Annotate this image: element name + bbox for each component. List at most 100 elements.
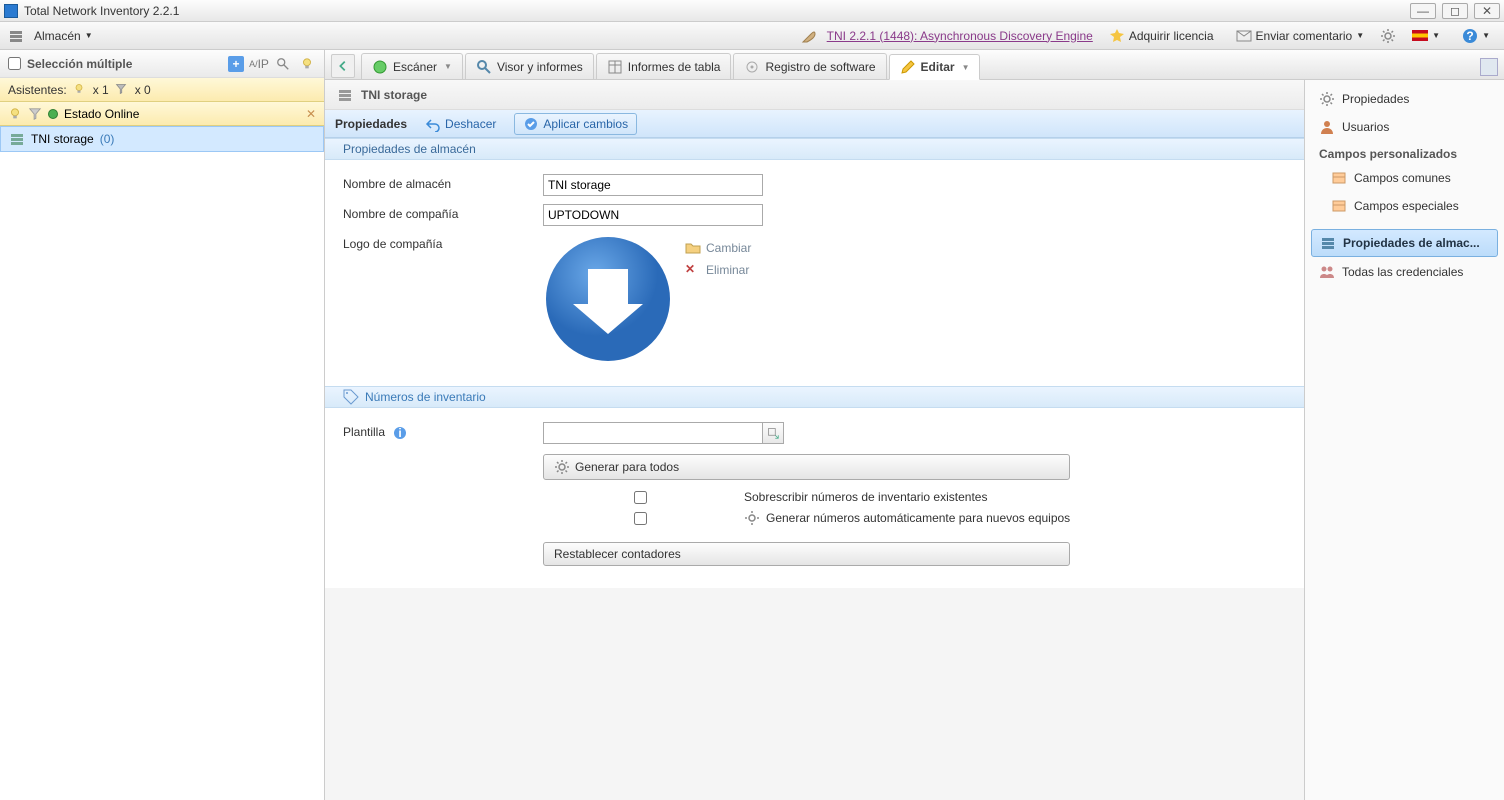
tree-item-count: (0) (100, 132, 115, 146)
subtoolbar: Propiedades Deshacer Aplicar cambios (325, 110, 1304, 138)
info-icon[interactable]: i (392, 425, 408, 441)
almacen-menu[interactable]: Almacén ▼ (28, 27, 99, 45)
tab-edit[interactable]: Editar ▼ (889, 54, 981, 80)
help-button[interactable]: ? ▼ (1456, 26, 1496, 46)
overwrite-checkbox[interactable] (543, 491, 738, 504)
version-link[interactable]: TNI 2.2.1 (1448): Asynchronous Discovery… (827, 29, 1093, 43)
sidebar-item-credentials[interactable]: Todas las credenciales (1311, 259, 1498, 285)
mail-icon (1236, 28, 1252, 44)
undo-button[interactable]: Deshacer (417, 114, 504, 134)
feather-icon (801, 28, 817, 44)
close-status-icon[interactable]: ✕ (306, 107, 316, 121)
gear-icon[interactable] (1380, 28, 1396, 44)
window-title: Total Network Inventory 2.2.1 (24, 4, 1410, 18)
funnel-count: x 0 (135, 83, 151, 97)
template-insert-button[interactable] (762, 422, 784, 444)
menubar: Almacén ▼ TNI 2.2.1 (1448): Asynchronous… (0, 22, 1504, 50)
gear-icon (1319, 91, 1335, 107)
tag-icon (343, 389, 359, 405)
minimize-button[interactable]: — (1410, 3, 1436, 19)
generate-all-label: Generar para todos (575, 460, 679, 474)
window-buttons: — ◻ ✕ (1410, 3, 1500, 19)
chevron-down-icon: ▼ (1432, 31, 1440, 40)
fields-icon (1331, 198, 1347, 214)
tab-software[interactable]: Registro de software (733, 53, 886, 79)
storage-icon (1320, 235, 1336, 251)
multiselect-label: Selección múltiple (27, 57, 132, 71)
tab-table-reports[interactable]: Informes de tabla (596, 53, 732, 79)
sidebar-item-properties[interactable]: Propiedades (1311, 86, 1498, 112)
template-label: Plantilla i (343, 422, 543, 441)
license-button[interactable]: Adquirir licencia (1103, 26, 1220, 46)
tab-label: Escáner (393, 60, 437, 74)
center-panel: Escáner ▼ Visor y informes Informes de t… (325, 50, 1504, 800)
feedback-button[interactable]: Enviar comentario ▼ (1230, 26, 1371, 46)
software-icon (744, 59, 760, 75)
change-logo-button[interactable]: Cambiar (685, 240, 751, 256)
funnel-icon (28, 107, 42, 121)
tab-label: Informes de tabla (628, 60, 721, 74)
storage-icon (8, 28, 24, 44)
storage-name-label: Nombre de almacén (343, 174, 543, 191)
add-button[interactable]: + (228, 56, 244, 72)
storage-icon (337, 87, 353, 103)
delete-logo-button[interactable]: ✕ Eliminar (685, 262, 751, 278)
feedback-label: Enviar comentario (1256, 29, 1353, 43)
apply-button[interactable]: Aplicar cambios (514, 113, 637, 135)
maximize-button[interactable]: ◻ (1442, 3, 1468, 19)
overwrite-label: Sobrescribir números de inventario exist… (744, 490, 987, 504)
scanner-icon (372, 59, 388, 75)
sort-button[interactable]: A/IP (250, 55, 268, 73)
sidebar-item-users[interactable]: Usuarios (1311, 114, 1498, 140)
bulb-icon[interactable] (298, 55, 316, 73)
template-input[interactable] (543, 422, 763, 444)
tree-item-label: TNI storage (31, 132, 94, 146)
sidebar-item-label: Campos comunes (1354, 171, 1451, 185)
bulb-icon[interactable] (73, 83, 87, 97)
company-name-input[interactable] (543, 204, 763, 226)
tree-item-tni-storage[interactable]: TNI storage (0) (0, 126, 324, 152)
storage-name-input[interactable] (543, 174, 763, 196)
sidebar-item-storage-props[interactable]: Propiedades de almac... (1311, 229, 1498, 257)
status-bar: Estado Online ✕ (0, 102, 324, 126)
reset-counters-button[interactable]: Restablecer contadores (543, 542, 1070, 566)
svg-text:i: i (399, 426, 402, 440)
reset-label: Restablecer contadores (554, 547, 681, 561)
folder-icon (685, 240, 701, 256)
expand-button[interactable] (1480, 58, 1498, 76)
sidebar-item-label: Propiedades (1342, 92, 1409, 106)
autogen-checkbox[interactable] (543, 512, 738, 525)
bulb-icon (8, 107, 22, 121)
app-icon (4, 4, 18, 18)
pencil-icon (900, 59, 916, 75)
assistants-label: Asistentes: (8, 83, 67, 97)
inventory-form: Plantilla i (325, 408, 1304, 588)
close-button[interactable]: ✕ (1474, 3, 1500, 19)
tab-viewer[interactable]: Visor y informes (465, 53, 594, 79)
language-button[interactable]: ▼ (1406, 28, 1446, 43)
tabstrip: Escáner ▼ Visor y informes Informes de t… (325, 50, 1504, 80)
sidebar-header-custom: Campos personalizados (1311, 142, 1498, 163)
chevron-down-icon: ▼ (1356, 31, 1364, 40)
assistants-bar: Asistentes: x 1 x 0 (0, 78, 324, 102)
search-icon[interactable] (274, 55, 292, 73)
section-inventory-numbers: Números de inventario (325, 386, 1304, 408)
sidebar-item-common-fields[interactable]: Campos comunes (1311, 165, 1498, 191)
sidebar-item-special-fields[interactable]: Campos especiales (1311, 193, 1498, 219)
sidebar-right: Propiedades Usuarios Campos personalizad… (1304, 80, 1504, 800)
chevron-down-icon: ▼ (444, 62, 452, 71)
chevron-down-icon: ▼ (85, 31, 93, 40)
sidebar-item-label: Propiedades de almac... (1343, 236, 1480, 250)
undo-label: Deshacer (445, 117, 496, 131)
back-button[interactable] (331, 54, 355, 78)
tab-label: Editar (921, 60, 955, 74)
tab-scanner[interactable]: Escáner ▼ (361, 53, 463, 79)
sidebar-item-label: Todas las credenciales (1342, 265, 1463, 279)
delete-icon: ✕ (685, 262, 701, 278)
section-label: Propiedades de almacén (343, 142, 476, 156)
multiselect-checkbox[interactable] (8, 57, 21, 70)
viewer-icon (476, 59, 492, 75)
generate-all-button[interactable]: Generar para todos (543, 454, 1070, 480)
company-logo-image (543, 234, 673, 364)
funnel-icon[interactable] (115, 83, 129, 97)
